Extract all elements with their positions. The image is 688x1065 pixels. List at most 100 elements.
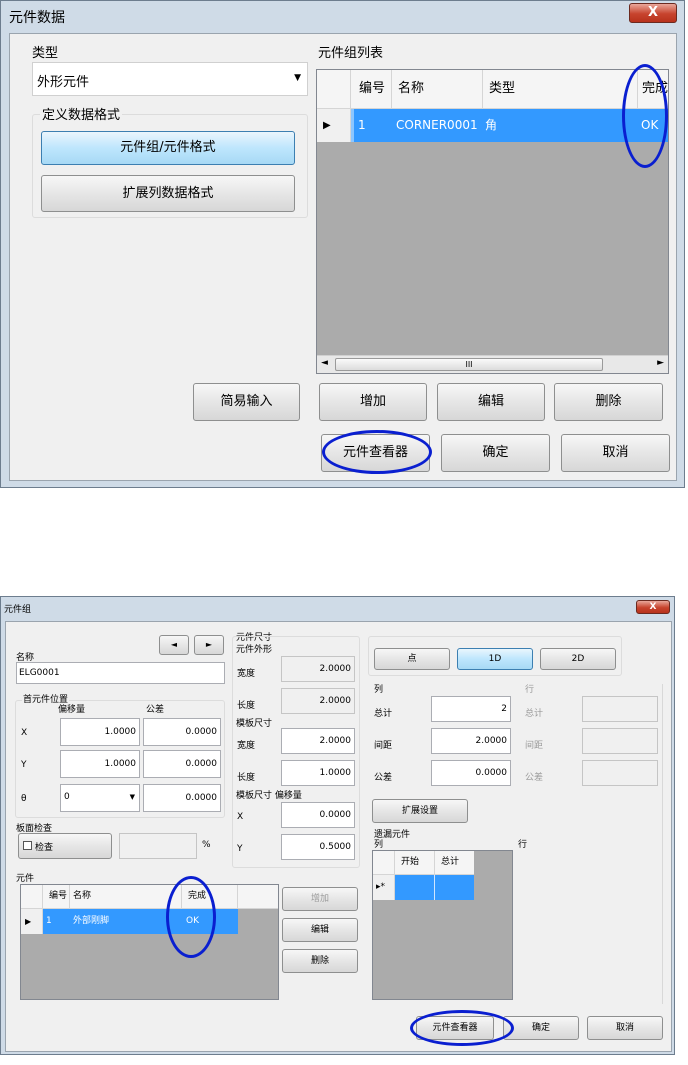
row-pitch-input[interactable] [582,728,658,754]
add-button[interactable]: 增加 [319,383,427,421]
template-width-label: 宽度 [237,741,256,751]
y-label: Y [21,760,27,770]
cell-start[interactable] [395,875,435,900]
extend-setting-button[interactable]: 扩展设置 [372,799,468,823]
scrollbar-thumb[interactable]: III [335,358,603,371]
component-group-table[interactable]: 编号 名称 类型 完成 ▶ 1 CORNER0001 角 OK ◄ III ► [316,69,669,374]
template-width-input[interactable]: 2.0000 [281,728,355,754]
col-header-type[interactable]: 类型 [483,70,638,108]
y-tolerance-input[interactable]: 0.0000 [143,750,221,778]
top-dialog-title: 元件数据 [9,10,65,26]
cancel-button[interactable]: 取消 [561,434,670,472]
theta-tolerance-input[interactable]: 0.0000 [143,784,221,812]
column-total-input[interactable]: 2 [431,696,511,722]
theta-select[interactable]: 0 ▼ [60,784,140,812]
elements-header-row: 编号 名称 完成 [21,885,278,909]
skip-header-row: 开始 总计 [373,851,474,875]
type-select-value: 外形元件 [37,75,90,90]
col-header-name[interactable]: 名称 [70,885,182,908]
bottom-close-button[interactable]: X [636,600,670,614]
type-select[interactable]: 外形元件 ▼ [32,62,308,96]
edit-button[interactable]: 编辑 [437,383,545,421]
table-row[interactable]: ▶ 1 外部刚脚 OK [21,909,278,934]
component-format-button[interactable]: 元件组/元件格式 [41,131,295,165]
theta-label: θ [21,794,27,804]
close-icon: X [649,602,657,612]
row-tolerance-label: 公差 [525,773,544,783]
type-label: 类型 [32,46,59,61]
column-tolerance-input[interactable]: 0.0000 [431,760,511,786]
total-label: 总计 [374,709,393,719]
template-x-label: X [237,812,244,822]
skip-col-label: 列 [374,840,384,850]
template-length-label: 长度 [237,773,256,783]
ok-button[interactable]: 确定 [441,434,550,472]
top-close-button[interactable]: X [629,3,677,23]
col-header-id[interactable]: 编号 [351,70,392,108]
extended-format-button[interactable]: 扩展列数据格式 [41,175,295,212]
column-pitch-input[interactable]: 2.0000 [431,728,511,754]
annotation-circle-done [166,876,216,958]
bottom-dialog-body: ◄ ► 名称 ELG0001 首元件位置 偏移量 公差 X 1.0000 0.0… [5,621,672,1052]
width-label: 宽度 [237,669,256,679]
pitch-label: 间距 [374,741,393,751]
check-label: 检查 [35,843,54,853]
width-input[interactable]: 2.0000 [281,656,355,682]
col-header-name[interactable]: 名称 [392,70,483,108]
tolerance-label: 公差 [146,705,165,715]
name-input[interactable]: ELG0001 [16,662,225,684]
bottom-dialog-title: 元件组 [4,605,32,615]
table-row[interactable]: ▶ 1 CORNER0001 角 OK [317,109,668,142]
template-y-input[interactable]: 0.5000 [281,834,355,860]
y-offset-input[interactable]: 1.0000 [60,750,140,778]
cell-id: 1 [43,909,70,934]
length-label: 长度 [237,701,256,711]
outline-label: 元件外形 [236,645,273,655]
col-header-total[interactable]: 总计 [435,851,474,874]
skip-table[interactable]: 开始 总计 ▸* [372,850,513,1000]
cancel-button[interactable]: 取消 [587,1016,663,1040]
element-delete-button[interactable]: 删除 [282,949,358,973]
table-horizontal-scrollbar[interactable]: ◄ III ► [317,355,668,373]
template-offset-label: 模板尺寸 偏移量 [236,791,302,801]
theta-select-value: 0 [64,792,70,802]
top-dialog-window: 元件数据 X 类型 外形元件 ▼ 定义数据格式 元件组/元件格式 扩展列数据格式… [0,0,685,488]
delete-button[interactable]: 删除 [554,383,663,421]
row-tolerance-input[interactable] [582,760,658,786]
x-offset-input[interactable]: 1.0000 [60,718,140,746]
chevron-left-icon: ◄ [170,640,178,649]
x-tolerance-input[interactable]: 0.0000 [143,718,221,746]
check-toggle-button[interactable]: 检查 [18,833,112,859]
scroll-right-icon[interactable]: ► [657,358,664,368]
col-header-id[interactable]: 编号 [43,885,70,908]
row-total-input[interactable] [582,696,658,722]
length-input[interactable]: 2.0000 [281,688,355,714]
table-header-row: 编号 名称 类型 完成 [317,70,668,109]
template-y-label: Y [237,844,243,854]
top-dialog-body: 类型 外形元件 ▼ 定义数据格式 元件组/元件格式 扩展列数据格式 简易输入 元… [9,33,677,481]
template-length-input[interactable]: 1.0000 [281,760,355,786]
cell-total[interactable] [435,875,474,900]
elements-table[interactable]: 编号 名称 完成 ▶ 1 外部刚脚 OK [20,884,279,1000]
table-row[interactable]: ▸* [373,875,474,900]
annotation-circle-done [622,64,668,168]
mode-point-button[interactable]: 点 [374,648,450,670]
format-group-label: 定义数据格式 [40,104,123,123]
chevron-down-icon: ▼ [294,73,301,83]
chevron-right-icon: ► [205,640,213,649]
template-x-input[interactable]: 0.0000 [281,802,355,828]
next-button[interactable]: ► [194,635,224,655]
cell-name: CORNER0001 [392,109,483,142]
list-label: 元件组列表 [318,46,384,61]
element-edit-button[interactable]: 编辑 [282,918,358,942]
scroll-left-icon[interactable]: ◄ [321,358,328,368]
check-percent-input[interactable] [119,833,197,859]
ok-button[interactable]: 确定 [503,1016,579,1040]
col-header-start[interactable]: 开始 [395,851,435,874]
simple-input-button[interactable]: 简易输入 [193,383,300,421]
mode-1d-button[interactable]: 1D [457,648,533,670]
mode-2d-button[interactable]: 2D [540,648,616,670]
row-selector-icon: ▶ [21,909,43,934]
element-add-button[interactable]: 增加 [282,887,358,911]
prev-button[interactable]: ◄ [159,635,189,655]
